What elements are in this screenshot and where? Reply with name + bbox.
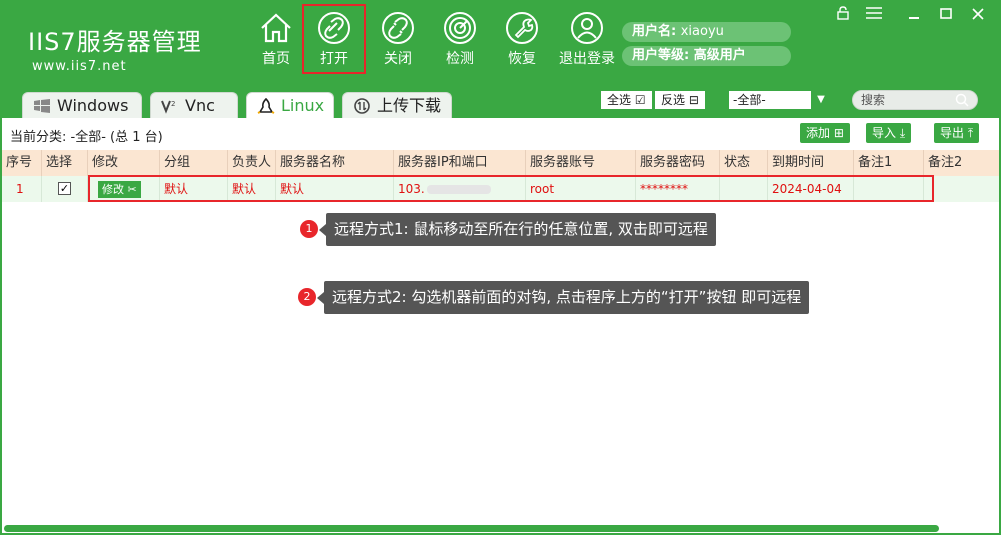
user-name: xiaoyu <box>680 24 724 39</box>
export-button[interactable]: 导出 ⤒ <box>934 123 980 143</box>
cell-index: 1 <box>2 176 42 202</box>
logout-label: 退出登录 <box>559 51 615 67</box>
tab-windows[interactable]: Windows <box>22 92 142 118</box>
tab-vnc-label: Vnc <box>185 96 215 115</box>
category-filter-value: -全部- <box>733 93 766 107</box>
col-note1[interactable]: 备注1 <box>854 150 924 176</box>
cell-select: ✓ <box>42 176 88 202</box>
add-button[interactable]: 添加 ⊞ <box>800 123 850 143</box>
user-level: 高级用户 <box>693 48 746 63</box>
logo-title: IIS7服务器管理 <box>28 28 202 56</box>
maximize-icon[interactable] <box>940 6 952 20</box>
home-icon <box>261 13 291 43</box>
user-name-badge: 用户名: xiaoyu <box>622 22 791 42</box>
tip-2: 远程方式2: 勾选机器前面的对钩, 点击程序上方的“打开”按钮 即可远程 <box>316 281 810 314</box>
search-placeholder: 搜索 <box>861 93 886 107</box>
close-button[interactable]: 关闭 <box>368 4 428 74</box>
detect-button[interactable]: 检测 <box>430 4 490 74</box>
col-note2[interactable]: 备注2 <box>924 150 999 176</box>
cell-note2 <box>924 176 999 202</box>
checkbox-icon: ☑ <box>634 93 646 107</box>
invert-select-button[interactable]: 反选 ⊟ <box>654 90 706 110</box>
detect-label: 检测 <box>446 51 474 67</box>
export-label: 导出 <box>940 126 965 140</box>
chevron-down-icon: ▼ <box>811 91 831 109</box>
col-index[interactable]: 序号 <box>2 150 42 176</box>
home-button[interactable]: 首页 <box>246 4 306 74</box>
download-icon: ⤓ <box>899 126 906 140</box>
tip-1: 远程方式1: 鼠标移动至所在行的任意位置, 双击即可远程 <box>319 213 716 246</box>
add-label: 添加 <box>806 126 831 140</box>
col-account[interactable]: 服务器账号 <box>526 150 636 176</box>
user-level-badge: 用户等级: 高级用户 <box>622 46 791 66</box>
tab-windows-label: Windows <box>57 96 129 115</box>
col-group[interactable]: 分组 <box>160 150 228 176</box>
radar-icon <box>444 12 476 44</box>
close-label: 关闭 <box>384 51 412 67</box>
import-button[interactable]: 导入 ⤓ <box>866 123 912 143</box>
category-value: -全部- (总 1 台) <box>70 130 163 145</box>
category-filter-select[interactable]: -全部- ▼ <box>728 90 832 110</box>
menu-icon[interactable] <box>866 6 882 20</box>
tip-2-number: 2 <box>298 288 316 306</box>
col-status[interactable]: 状态 <box>720 150 768 176</box>
user-name-label: 用户名: <box>632 24 681 39</box>
vnc-icon: 2 <box>161 100 175 114</box>
import-label: 导入 <box>872 126 897 140</box>
user-icon <box>571 12 603 44</box>
col-owner[interactable]: 负责人 <box>228 150 276 176</box>
current-category: 当前分类: -全部- (总 1 台) <box>10 126 163 145</box>
invert-icon: ⊟ <box>688 93 699 107</box>
tab-upload-download[interactable]: 上传下载 <box>342 92 452 118</box>
upload-download-icon <box>354 98 370 114</box>
svg-text:2: 2 <box>171 100 175 108</box>
col-expire[interactable]: 到期时间 <box>768 150 854 176</box>
wrench-icon <box>506 12 538 44</box>
select-all-button[interactable]: 全选 ☑ <box>600 90 653 110</box>
app-logo: IIS7服务器管理 www.iis7.net <box>28 22 202 74</box>
tab-linux[interactable]: Linux <box>246 92 334 118</box>
search-input[interactable]: 搜索 <box>852 90 978 110</box>
horizontal-scrollbar[interactable] <box>4 525 939 532</box>
logout-button[interactable]: 退出登录 <box>556 4 618 74</box>
category-label: 当前分类: <box>10 130 71 145</box>
restore-label: 恢复 <box>508 51 536 67</box>
link-icon <box>318 12 350 44</box>
tab-vnc[interactable]: 2 Vnc <box>150 92 238 118</box>
upload-icon: ⤒ <box>967 126 974 140</box>
linux-icon <box>257 98 275 114</box>
add-icon: ⊞ <box>833 126 844 140</box>
logo-url: www.iis7.net <box>32 59 127 74</box>
unlink-icon <box>382 12 414 44</box>
invert-select-label: 反选 <box>661 93 686 107</box>
tab-linux-label: Linux <box>281 96 325 115</box>
user-level-label: 用户等级: <box>632 48 694 63</box>
tip-1-number: 1 <box>300 220 318 238</box>
windows-icon <box>34 99 50 113</box>
col-select[interactable]: 选择 <box>42 150 88 176</box>
col-server-ip[interactable]: 服务器IP和端口 <box>394 150 526 176</box>
col-server-name[interactable]: 服务器名称 <box>276 150 394 176</box>
search-icon[interactable] <box>955 93 969 107</box>
close-window-icon[interactable] <box>972 6 984 20</box>
col-edit[interactable]: 修改 <box>88 150 160 176</box>
col-password[interactable]: 服务器密码 <box>636 150 720 176</box>
minimize-icon[interactable] <box>908 6 920 20</box>
select-all-label: 全选 <box>607 93 632 107</box>
open-button[interactable]: 打开 <box>302 4 366 74</box>
user-info: 用户名: xiaoyu 用户等级: 高级用户 <box>622 22 791 70</box>
row-highlight-outline <box>88 175 934 202</box>
table-header: 序号 选择 修改 分组 负责人 服务器名称 服务器IP和端口 服务器账号 服务器… <box>2 150 999 176</box>
lock-icon[interactable] <box>836 6 850 20</box>
app-header: IIS7服务器管理 www.iis7.net 首页 打开 关闭 检测 恢复 退出… <box>0 0 1001 86</box>
restore-button[interactable]: 恢复 <box>492 4 552 74</box>
open-label: 打开 <box>320 51 348 67</box>
tab-upload-download-label: 上传下载 <box>377 96 442 115</box>
home-label: 首页 <box>262 51 290 67</box>
row-checkbox[interactable]: ✓ <box>58 182 71 195</box>
